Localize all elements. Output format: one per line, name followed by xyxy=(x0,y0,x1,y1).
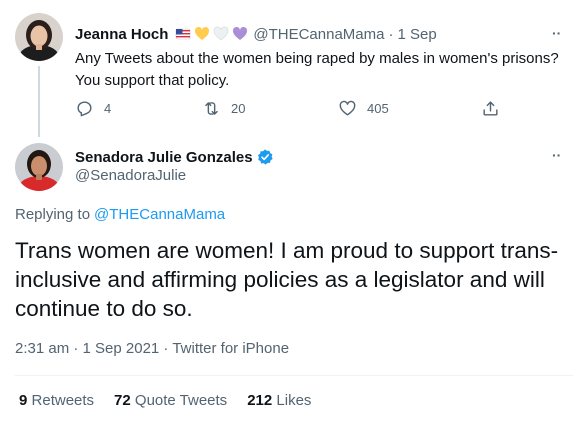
like-count: 405 xyxy=(367,101,389,116)
quote-label: Quote Tweets xyxy=(134,392,228,409)
thread-connector xyxy=(38,66,40,137)
header-separator: · xyxy=(388,25,394,43)
likes-label: Likes xyxy=(276,392,312,409)
share-icon xyxy=(483,101,498,116)
main-author-name[interactable]: Senadora Julie Gonzales xyxy=(75,149,253,166)
parent-text-line1: Any Tweets about the women being raped b… xyxy=(75,50,559,67)
retweets-total: 9 xyxy=(19,392,28,409)
replying-to-handle[interactable]: @THECannaMama xyxy=(94,206,225,223)
share-action[interactable] xyxy=(481,99,510,118)
stat-quote-tweets[interactable]: 72 Quote Tweets xyxy=(114,392,227,409)
parent-name-emojis xyxy=(172,26,248,42)
retweet-action[interactable]: 20 xyxy=(202,99,245,118)
verified-badge-icon xyxy=(257,149,273,165)
parent-tweet-text: Any Tweets about the women being raped b… xyxy=(75,48,559,92)
main-timestamp[interactable]: 2:31 am · 1 Sep 2021 · Twitter for iPhon… xyxy=(15,340,289,357)
retweet-icon xyxy=(205,102,218,115)
main-handle[interactable]: @SenadoraJulie xyxy=(75,167,186,184)
parent-date[interactable]: 1 Sep xyxy=(397,26,436,43)
stat-likes[interactable]: 212 Likes xyxy=(247,392,311,409)
retweets-label: Retweets xyxy=(31,392,95,409)
white-heart-icon xyxy=(214,26,229,41)
main-author-row: Senadora Julie Gonzales xyxy=(75,147,274,167)
parent-header: Jeanna Hoch @THECannaMama · 1 Sep xyxy=(75,24,437,44)
parent-text-line2: You support that policy. xyxy=(75,72,230,89)
parent-handle[interactable]: @THECannaMama xyxy=(253,26,384,43)
stats-divider-top xyxy=(15,375,573,376)
main-tweet-text: Trans women are women! I am proud to sup… xyxy=(15,238,559,321)
like-icon xyxy=(339,100,356,116)
purple-heart-icon xyxy=(233,26,248,40)
engagement-stats: 9 Retweets 72 Quote Tweets 212 Likes xyxy=(19,392,311,409)
replying-to-label: Replying to xyxy=(15,206,91,223)
quote-total: 72 xyxy=(114,392,131,409)
reply-icon xyxy=(77,101,92,117)
reply-count: 4 xyxy=(104,101,112,116)
like-action[interactable]: 405 xyxy=(338,99,389,118)
parent-avatar-image xyxy=(15,13,63,61)
us-flag-icon xyxy=(176,28,191,40)
parent-more-button[interactable]: ·· xyxy=(552,25,561,41)
yellow-heart-icon xyxy=(195,26,210,40)
likes-total: 212 xyxy=(247,392,273,409)
parent-author-name[interactable]: Jeanna Hoch xyxy=(75,26,168,43)
reply-action[interactable]: 4 xyxy=(75,99,111,118)
main-avatar-image xyxy=(15,143,63,191)
retweet-count: 20 xyxy=(231,101,246,116)
main-avatar[interactable] xyxy=(15,143,63,191)
parent-avatar[interactable] xyxy=(15,13,63,61)
main-more-button[interactable]: ·· xyxy=(552,147,561,163)
replying-to: Replying to @THECannaMama xyxy=(15,206,225,223)
stat-retweets[interactable]: 9 Retweets xyxy=(19,392,94,409)
